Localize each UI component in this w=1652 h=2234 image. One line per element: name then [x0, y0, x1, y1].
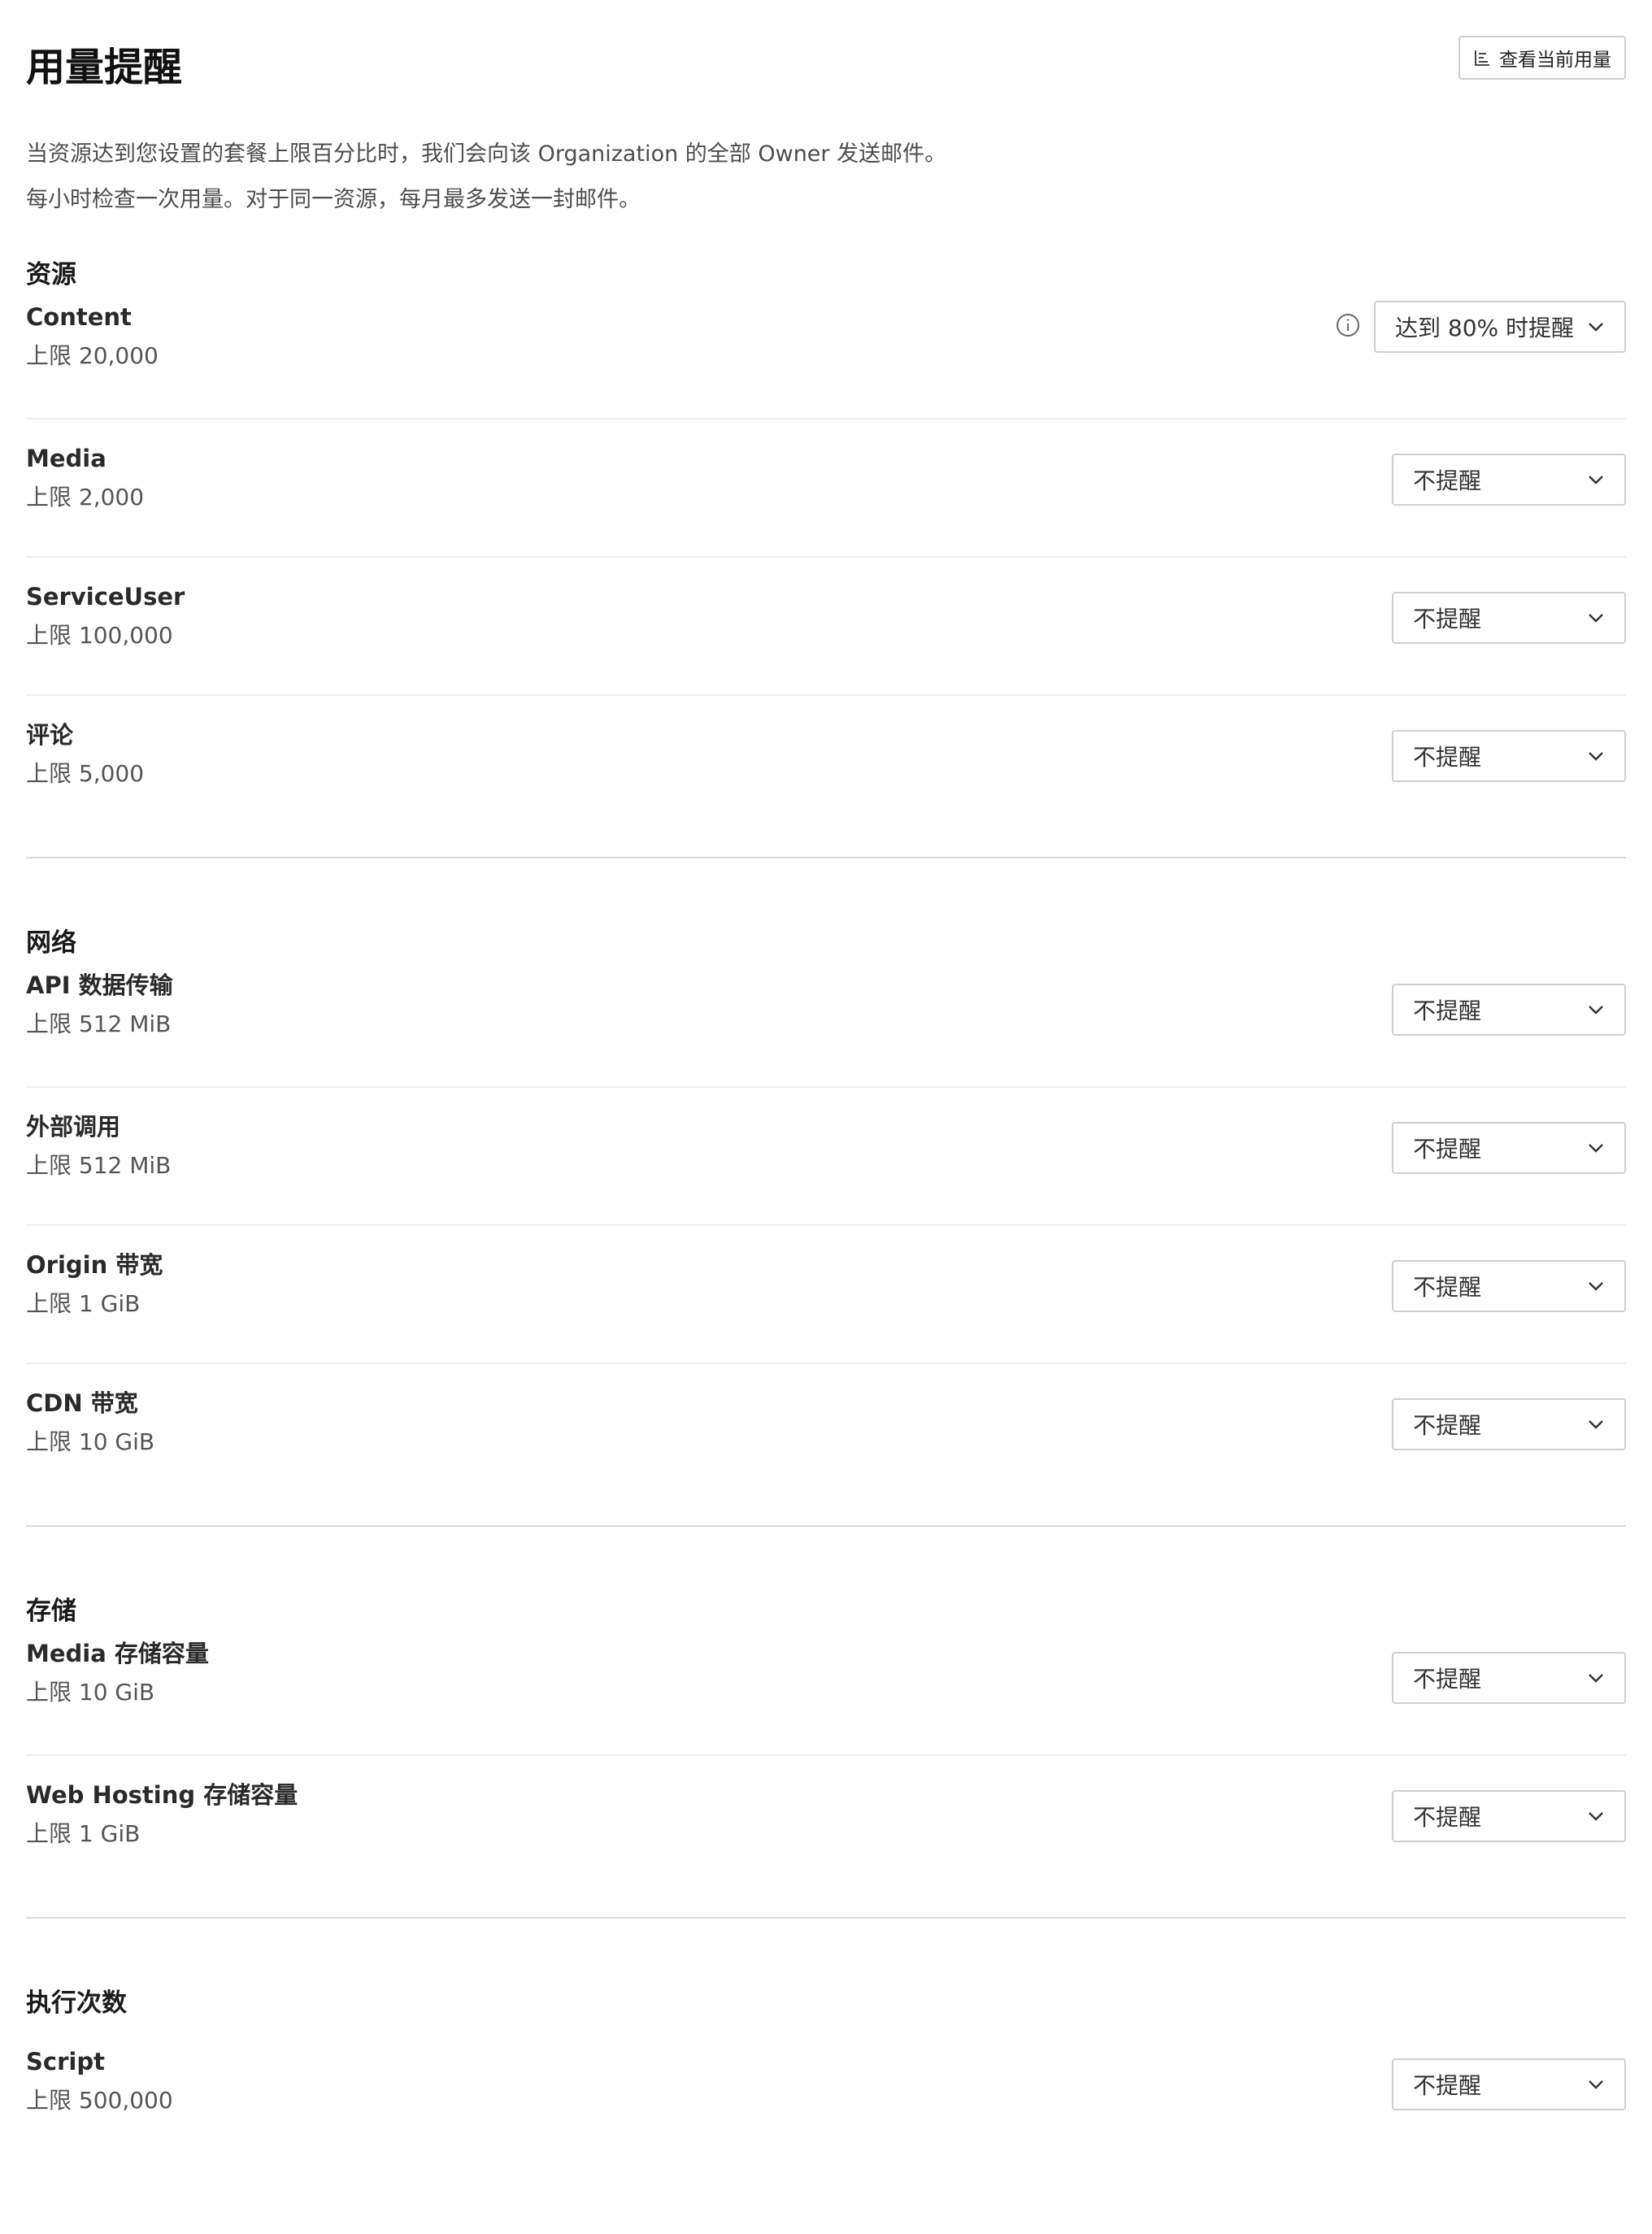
alert-row-script: Script 上限 500,000 不提醒 — [26, 2021, 1626, 2143]
chevron-down-icon — [1587, 612, 1605, 624]
section-storage: 存储 Media 存储容量 上限 10 GiB 不提醒 Web Hosting … — [26, 1593, 1626, 1894]
resource-name: Media — [26, 445, 107, 472]
view-current-usage-label: 查看当前用量 — [1499, 50, 1611, 71]
alert-row-origin-bandwidth: Origin 带宽 上限 1 GiB 不提醒 — [26, 1226, 1626, 1364]
resource-limit: 上限 512 MiB — [26, 1152, 172, 1179]
alert-threshold-value: 不提醒 — [1413, 2072, 1482, 2099]
chevron-down-icon — [1587, 1672, 1605, 1684]
chevron-down-icon — [1587, 1419, 1605, 1430]
alert-row-media-storage: Media 存储容量 上限 10 GiB 不提醒 — [26, 1629, 1626, 1756]
chevron-down-icon — [1587, 1142, 1605, 1154]
resource-limit: 上限 10 GiB — [26, 1428, 155, 1455]
alert-threshold-select[interactable]: 不提醒 — [1392, 454, 1626, 506]
usage-alerts-page: 用量提醒 查看当前用量 当资源达到您设置的套餐上限百分比时，我们会向该 Orga… — [0, 0, 1652, 2143]
page-header: 用量提醒 查看当前用量 — [26, 26, 1626, 124]
alert-row-serviceuser: ServiceUser 上限 100,000 不提醒 — [26, 558, 1626, 696]
resource-name: Media 存储容量 — [26, 1640, 209, 1667]
alert-threshold-select[interactable]: 不提醒 — [1392, 730, 1626, 782]
alert-threshold-value: 不提醒 — [1413, 1274, 1482, 1301]
section-network: 网络 API 数据传输 上限 512 MiB 不提醒 外部调用 上限 512 M… — [26, 925, 1626, 1502]
resource-limit: 上限 512 MiB — [26, 1011, 172, 1037]
alert-threshold-value: 达到 80% 时提醒 — [1395, 315, 1575, 341]
resource-limit: 上限 500,000 — [26, 2087, 173, 2114]
alert-row-cdn-bandwidth: CDN 带宽 上限 10 GiB 不提醒 — [26, 1364, 1626, 1502]
resource-name: Script — [26, 2048, 105, 2075]
resource-limit: 上限 1 GiB — [26, 1290, 141, 1317]
resource-name: ServiceUser — [26, 583, 185, 611]
alert-threshold-value: 不提醒 — [1413, 1804, 1482, 1831]
alert-threshold-select[interactable]: 不提醒 — [1392, 1398, 1626, 1450]
alert-threshold-select[interactable]: 不提醒 — [1392, 1790, 1626, 1842]
alert-threshold-select[interactable]: 达到 80% 时提醒 — [1374, 301, 1626, 353]
resource-name: Content — [26, 303, 132, 331]
alert-threshold-value: 不提醒 — [1413, 1136, 1482, 1163]
alert-threshold-select[interactable]: 不提醒 — [1392, 592, 1626, 644]
chevron-down-icon — [1587, 321, 1605, 332]
resource-limit: 上限 5,000 — [26, 760, 145, 787]
section-title: 资源 — [26, 260, 76, 289]
resource-limit: 上限 2,000 — [26, 484, 145, 511]
section-title: 网络 — [26, 928, 76, 958]
resource-name: 评论 — [26, 721, 74, 749]
alert-row-web-hosting-storage: Web Hosting 存储容量 上限 1 GiB 不提醒 — [26, 1756, 1626, 1894]
chart-icon — [1473, 49, 1491, 67]
alert-row-external-calls: 外部调用 上限 512 MiB 不提醒 — [26, 1088, 1626, 1226]
alert-row-media: Media 上限 2,000 不提醒 — [26, 419, 1626, 558]
chevron-down-icon — [1587, 1810, 1605, 1822]
alert-threshold-value: 不提醒 — [1413, 997, 1482, 1024]
chevron-down-icon — [1587, 474, 1605, 485]
alert-row-content: Content 上限 20,000 达到 80% 时提醒 — [26, 293, 1626, 419]
section-title: 存储 — [26, 1597, 76, 1626]
alert-row-comments: 评论 上限 5,000 不提醒 — [26, 696, 1626, 834]
resource-name: Web Hosting 存储容量 — [26, 1781, 298, 1809]
info-icon[interactable] — [1335, 312, 1361, 338]
resource-limit: 上限 20,000 — [26, 342, 159, 369]
alert-threshold-value: 不提醒 — [1413, 467, 1482, 494]
alert-threshold-value: 不提醒 — [1413, 744, 1482, 771]
alert-threshold-select[interactable]: 不提醒 — [1392, 1652, 1626, 1704]
view-current-usage-button[interactable]: 查看当前用量 — [1459, 36, 1626, 80]
description-line-1: 当资源达到您设置的套餐上限百分比时，我们会向该 Organization 的全部… — [26, 141, 947, 167]
alert-threshold-select[interactable]: 不提醒 — [1392, 1260, 1626, 1312]
chevron-down-icon — [1587, 750, 1605, 762]
alert-threshold-select[interactable]: 不提醒 — [1392, 2058, 1626, 2110]
section-title: 执行次数 — [26, 1988, 127, 2018]
alert-threshold-select[interactable]: 不提醒 — [1392, 1122, 1626, 1174]
resource-name: 外部调用 — [26, 1113, 121, 1141]
alert-threshold-value: 不提醒 — [1413, 1412, 1482, 1439]
chevron-down-icon — [1587, 1280, 1605, 1292]
alert-threshold-value: 不提醒 — [1413, 606, 1482, 632]
resource-name: API 数据传输 — [26, 971, 173, 999]
resource-name: Origin 带宽 — [26, 1251, 163, 1279]
chevron-down-icon — [1587, 2079, 1605, 2090]
alert-threshold-value: 不提醒 — [1413, 1666, 1482, 1693]
section-resources: 资源 Content 上限 20,000 达到 80% 时提醒 Media 上限… — [26, 257, 1626, 834]
resource-limit: 上限 100,000 — [26, 622, 173, 649]
alert-threshold-select[interactable]: 不提醒 — [1392, 984, 1626, 1036]
page-title: 用量提醒 — [26, 45, 183, 90]
section-executions: 执行次数 Script 上限 500,000 不提醒 — [26, 1985, 1626, 2143]
resource-limit: 上限 10 GiB — [26, 1679, 155, 1706]
resource-limit: 上限 1 GiB — [26, 1820, 141, 1847]
resource-name: CDN 带宽 — [26, 1389, 138, 1417]
chevron-down-icon — [1587, 1004, 1605, 1015]
alert-row-api-transfer: API 数据传输 上限 512 MiB 不提醒 — [26, 961, 1626, 1088]
description-line-2: 每小时检查一次用量。对于同一资源，每月最多发送一封邮件。 — [26, 187, 641, 212]
